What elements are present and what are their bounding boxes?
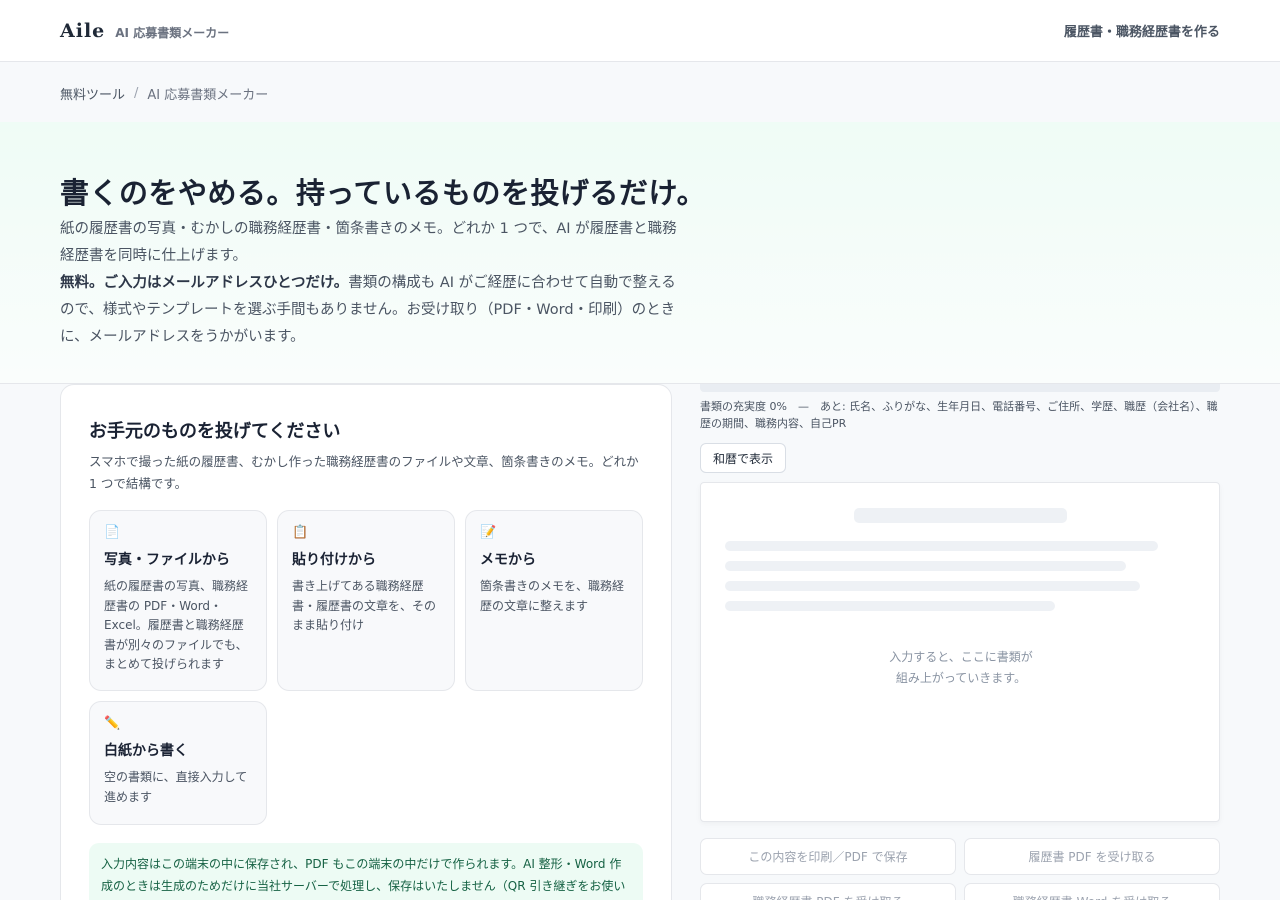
preview-placeholder: 入力すると、ここに書類が 組み上がっていきます。 — [701, 647, 1221, 689]
privacy-notice: 入力内容はこの端末の中に保存され、PDF もこの端末の中だけで作られます。AI … — [89, 843, 643, 900]
breadcrumb-separator: / — [134, 86, 139, 101]
input-card-title: お手元のものを投げてください — [89, 421, 341, 442]
option-title: 写真・ファイルから — [104, 552, 230, 568]
hero-free-notice: 無料。ご入力はメールアドレスひとつだけ。 — [60, 275, 349, 291]
completion-status: 書類の充実度 0% — あと: 氏名、ふりがな、生年月日、電話番号、ご住所、学歴… — [700, 400, 1218, 430]
input-card: お手元のものを投げてください スマホで撮った紙の履歴書、むかし作った職務経歴書の… — [60, 384, 672, 900]
input-card-description: スマホで撮った紙の履歴書、むかし作った職務経歴書のファイルや文章、箇条書きのメモ… — [89, 454, 639, 491]
career-history-word-button[interactable]: 職務経歴書 Word を受け取る — [964, 883, 1220, 900]
brand[interactable]: Aile AI 応募書類メーカー — [60, 20, 229, 42]
preview-placeholder-line: 組み上がっていきます。 — [895, 671, 1027, 685]
hero-section: 書くのをやめる。持っているものを投げるだけ。 紙の履歴書の写真・むかしの職務経歴… — [0, 122, 1280, 384]
brand-logo: Aile — [60, 19, 106, 42]
option-title: 白紙から書く — [104, 743, 188, 759]
skeleton-line — [725, 561, 1126, 571]
option-photo-file[interactable]: 📄 写真・ファイルから 紙の履歴書の写真、職務経歴書の PDF・Word・Exc… — [89, 510, 267, 691]
page-title: 書くのをやめる。持っているものを投げるだけ。 — [60, 176, 707, 210]
option-description: 書き上げてある職務経歴書・履歴書の文章を、そのまま貼り付け — [292, 579, 437, 632]
hero-description: 紙の履歴書の写真・むかしの職務経歴書・箇条書きのメモ。どれか 1 つで、AI が… — [60, 216, 690, 351]
breadcrumb-home-link[interactable]: 無料ツール — [60, 84, 125, 103]
option-title: 貼り付けから — [292, 552, 376, 568]
preview-placeholder-line: 入力すると、ここに書類が — [889, 650, 1033, 664]
document-preview: 入力すると、ここに書類が 組み上がっていきます。 — [700, 482, 1220, 822]
breadcrumb: 無料ツール / AI 応募書類メーカー — [60, 84, 268, 103]
option-blank[interactable]: ✏️ 白紙から書く 空の書類に、直接入力して進めます — [89, 701, 267, 825]
option-description: 空の書類に、直接入力して進めます — [104, 770, 248, 804]
option-description: 紙の履歴書の写真、職務経歴書の PDF・Word・Excel。履歴書と職務経歴書… — [104, 579, 249, 671]
document-icon: 📄 — [104, 525, 121, 540]
option-title: メモから — [480, 552, 536, 568]
hero-line-1: 紙の履歴書の写真・むかしの職務経歴書・箇条書きのメモ。どれか 1 つで、AI が… — [60, 221, 677, 264]
wareki-toggle-button[interactable]: 和暦で表示 — [700, 443, 786, 473]
skeleton-line — [725, 541, 1158, 551]
resume-pdf-button[interactable]: 履歴書 PDF を受け取る — [964, 838, 1220, 875]
option-description: 箇条書きのメモを、職務経歴の文章に整えます — [480, 579, 625, 613]
brand-subtitle: AI 応募書類メーカー — [115, 25, 230, 40]
clipboard-icon: 📋 — [292, 525, 309, 540]
completion-progress-bar — [700, 384, 1220, 392]
create-documents-link[interactable]: 履歴書・職務経歴書を作る — [1064, 21, 1220, 40]
print-pdf-button[interactable]: この内容を印刷／PDF で保存 — [700, 838, 956, 875]
option-paste[interactable]: 📋 貼り付けから 書き上げてある職務経歴書・履歴書の文章を、そのまま貼り付け — [277, 510, 455, 691]
skeleton-heading — [854, 508, 1067, 523]
career-history-pdf-button[interactable]: 職務経歴書 PDF を受け取る — [700, 883, 956, 900]
option-memo[interactable]: 📝 メモから 箇条書きのメモを、職務経歴の文章に整えます — [465, 510, 643, 691]
breadcrumb-current: AI 応募書類メーカー — [147, 88, 269, 103]
skeleton-line — [725, 601, 1055, 611]
skeleton-line — [725, 581, 1140, 591]
memo-icon: 📝 — [480, 525, 497, 540]
pencil-icon: ✏️ — [104, 716, 121, 731]
site-header: Aile AI 応募書類メーカー 履歴書・職務経歴書を作る — [0, 0, 1280, 62]
